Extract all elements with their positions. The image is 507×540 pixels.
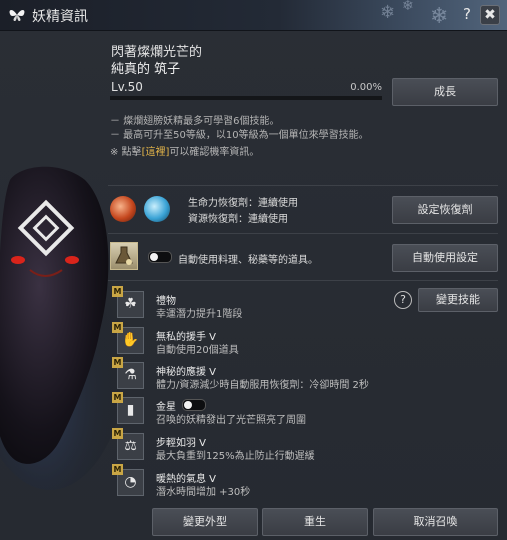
skill-desc: 召喚的妖精發出了光芒照亮了周圍: [156, 415, 306, 426]
close-button[interactable]: ✖: [480, 5, 500, 25]
cancel-summon-button[interactable]: 取消召喚: [373, 508, 498, 536]
divider: [108, 185, 498, 186]
divider: [108, 233, 498, 234]
skill-desc: 最大負重到125%為止防止行動遲緩: [156, 451, 315, 462]
mp-recovery-label: 資源恢復劑：連續使用: [188, 214, 288, 225]
probability-link[interactable]: [這裡]: [142, 147, 170, 158]
grow-button[interactable]: 成長: [392, 78, 498, 106]
mp-potion-icon: [144, 196, 170, 222]
auto-use-item-icon: [110, 242, 138, 270]
auto-use-label: 自動使用料理、秘藥等的道具。: [178, 255, 318, 266]
rebirth-button[interactable]: 重生: [262, 508, 368, 536]
weight-icon: ⚖: [124, 438, 137, 454]
clover-icon: ☘: [124, 296, 137, 312]
fairy-name: 純真的 筑子: [111, 62, 181, 77]
change-appearance-button[interactable]: 變更外型: [152, 508, 258, 536]
hp-potion-icon: [110, 196, 136, 222]
auto-use-toggle[interactable]: [148, 251, 172, 263]
skill-icon: M ✋: [112, 322, 144, 354]
skill-desc: 潛水時間增加 +30秒: [156, 487, 251, 498]
exp-percent: 0.00%: [350, 82, 382, 93]
lamp-icon: ▮: [126, 402, 135, 418]
skill-icon: M ◔: [112, 464, 144, 496]
fairy-hand-icon: ✋: [121, 332, 140, 348]
fairy-level: Lv.50: [111, 80, 143, 94]
info-line: － 最高可升至50等級，以10等級為一個單位來學習技能。: [110, 130, 369, 141]
skill-toggle[interactable]: [182, 399, 206, 411]
set-recovery-button[interactable]: 設定恢復劑: [392, 196, 498, 224]
info-prefix: ※ 點擊: [110, 147, 142, 158]
snowflake-icon: ❄: [430, 4, 449, 29]
skill-desc: 體力/資源減少時自動服用恢復劑：冷卻時間 2秒: [156, 380, 369, 391]
skill-icon: M ☘: [112, 286, 144, 318]
butterfly-icon: [9, 10, 25, 21]
fairy-portrait: [0, 166, 120, 490]
flask-icon: [115, 246, 133, 265]
divider: [108, 280, 498, 281]
skill-icon: M ⚗: [112, 357, 144, 389]
skill-help-icon[interactable]: ?: [394, 291, 412, 309]
skill-icon: M ▮: [112, 392, 144, 424]
toggle-knob: [184, 401, 192, 409]
toggle-knob: [150, 253, 158, 261]
change-skill-button[interactable]: 變更技能: [418, 288, 498, 312]
help-button[interactable]: ?: [458, 5, 476, 23]
auto-use-settings-button[interactable]: 自動使用設定: [392, 244, 498, 272]
potion-bag-icon: ⚗: [124, 367, 137, 383]
exp-bar: [110, 96, 382, 100]
title-bar[interactable]: 妖精資訊 ❄ ❄ ❄ ? ✖: [0, 0, 507, 31]
fairy-info-window: 妖精資訊 ❄ ❄ ❄ ? ✖ 閃著燦爛光芒的 純真的 筑子 Lv.50 0.00: [0, 0, 507, 540]
snowflake-icon: ❄: [402, 0, 414, 14]
skill-desc: 自動使用20個道具: [156, 345, 239, 356]
info-line: － 燦爛翅膀妖精最多可學習6個技能。: [110, 116, 280, 127]
info-suffix: 可以確認機率資訊。: [169, 147, 260, 158]
skill-desc: 幸運潛力提升1階段: [156, 309, 243, 320]
hp-recovery-label: 生命力恢復劑：連續使用: [188, 198, 298, 209]
skill-icon: M ⚖: [112, 428, 144, 460]
window-title: 妖精資訊: [32, 9, 88, 25]
snowflake-icon: ❄: [380, 2, 396, 23]
breath-icon: ◔: [124, 474, 137, 490]
info-line: ※ 點擊[這裡]可以確認機率資訊。: [110, 143, 259, 158]
